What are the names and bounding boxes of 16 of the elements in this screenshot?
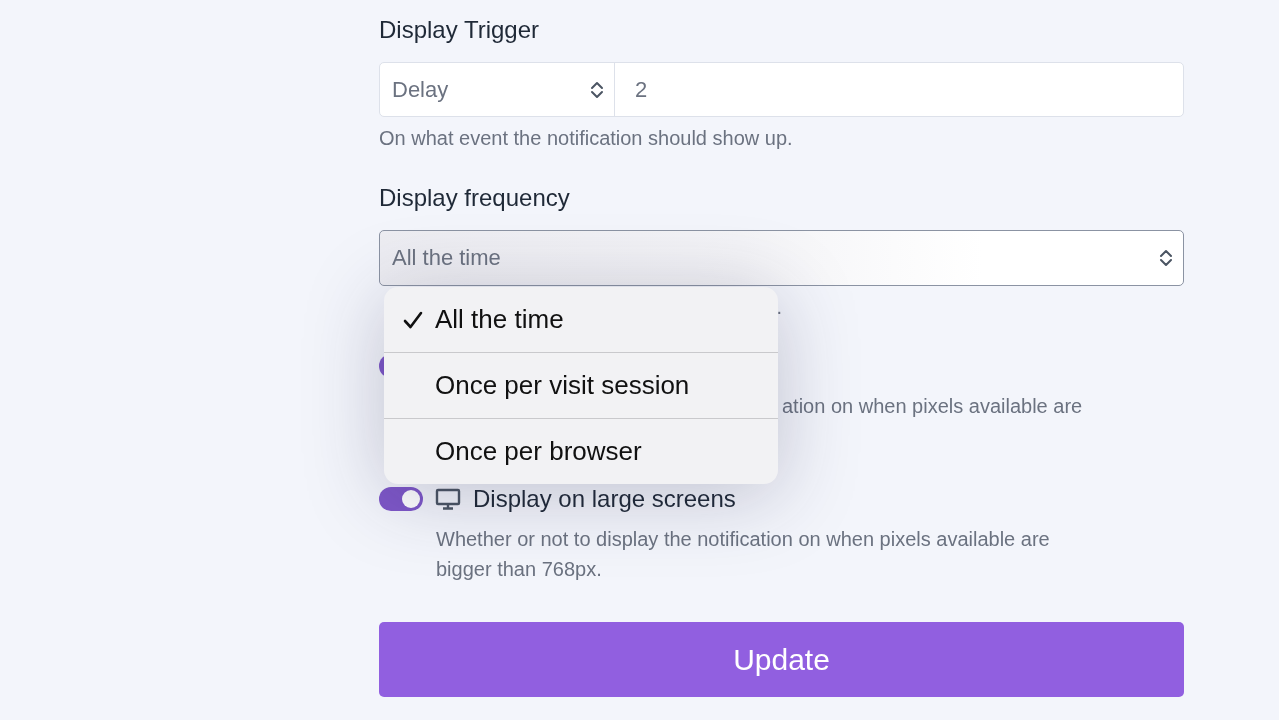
help-text: ation on when pixels available are: [782, 394, 1084, 419]
field-label: Display frequency: [379, 183, 571, 213]
chevron-updown-icon: [1159, 248, 1173, 268]
update-button[interactable]: Update: [379, 622, 1184, 697]
field-label: Display Trigger: [379, 15, 541, 45]
frequency-select[interactable]: All the time: [379, 230, 1184, 286]
help-text: On what event the notification should show up.: [379, 126, 794, 151]
checkmark-icon: [402, 309, 423, 330]
menu-option[interactable]: Once per visit session: [384, 352, 778, 418]
menu-option[interactable]: All the time: [384, 287, 778, 352]
toggle-label: Display on large screens: [473, 487, 736, 511]
monitor-icon: [435, 488, 461, 510]
toggle-switch[interactable]: [379, 487, 423, 511]
help-text: .: [776, 295, 782, 320]
menu-option[interactable]: Once per browser: [384, 418, 778, 484]
help-text: Whether or not to display the notification on when pixels available are bigger than 768px.: [436, 527, 1051, 582]
